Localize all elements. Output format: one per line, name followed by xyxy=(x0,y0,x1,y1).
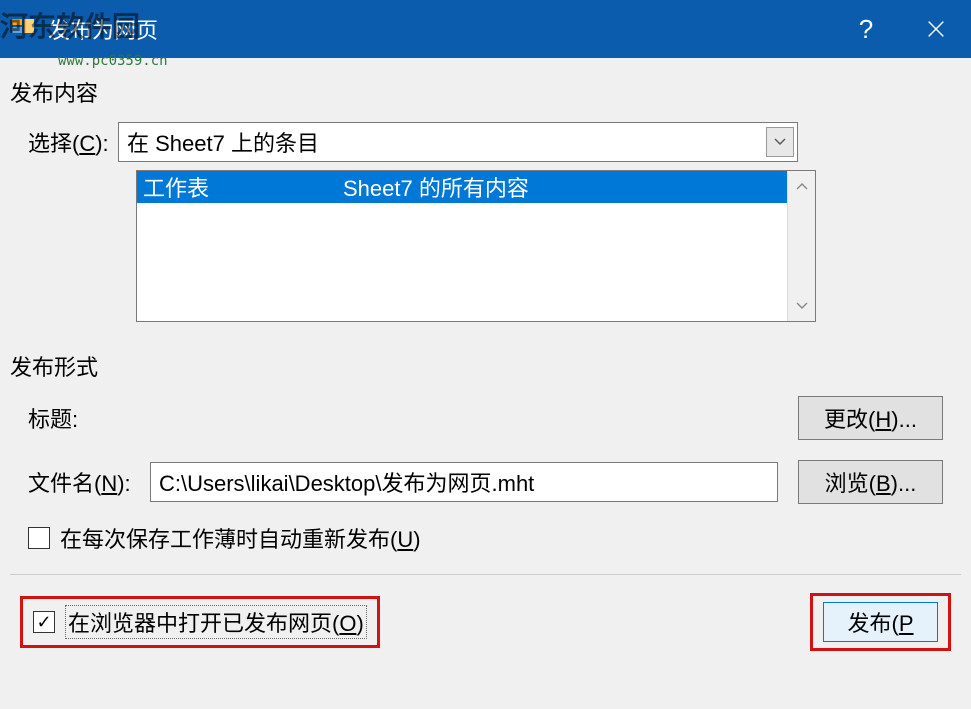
scroll-down-icon[interactable] xyxy=(790,294,814,318)
open-browser-highlight: 在浏览器中打开已发布网页(O) xyxy=(20,596,380,648)
help-button[interactable]: ? xyxy=(831,0,901,58)
auto-republish-checkbox[interactable] xyxy=(28,527,50,549)
titlebar-left: 发布为网页 河东软件园 www.pc0359.cn xyxy=(0,13,158,45)
divider xyxy=(10,574,961,575)
open-browser-checkbox[interactable] xyxy=(33,611,55,633)
list-item-col1: 工作表 xyxy=(143,171,343,203)
publish-highlight: 发布(P xyxy=(810,593,951,651)
listbox-scrollbar[interactable] xyxy=(787,171,815,321)
open-browser-label: 在浏览器中打开已发布网页(O) xyxy=(65,605,367,639)
filename-input[interactable] xyxy=(150,462,778,502)
choose-label: 选择(C): xyxy=(10,126,118,158)
publish-button[interactable]: 发布(P xyxy=(823,602,938,642)
browse-button[interactable]: 浏览(B)... xyxy=(798,460,943,504)
publish-form-title: 发布形式 xyxy=(10,350,961,382)
publish-content-title: 发布内容 xyxy=(10,76,961,108)
choose-select-value: 在 Sheet7 上的条目 xyxy=(127,126,319,158)
dialog-title: 发布为网页 xyxy=(48,13,158,45)
chevron-down-icon[interactable] xyxy=(766,127,794,157)
close-button[interactable] xyxy=(901,0,971,58)
list-item-col2: Sheet7 的所有内容 xyxy=(343,171,781,203)
app-icon xyxy=(8,13,40,45)
scroll-up-icon[interactable] xyxy=(790,174,814,198)
choose-select[interactable]: 在 Sheet7 上的条目 xyxy=(118,122,798,162)
items-listbox[interactable]: 工作表 Sheet7 的所有内容 xyxy=(136,170,816,322)
bottom-area: 在浏览器中打开已发布网页(O) 发布(P xyxy=(10,593,961,651)
listbox-inner: 工作表 Sheet7 的所有内容 xyxy=(137,171,787,321)
dialog-body: 发布内容 选择(C): 在 Sheet7 上的条目 工作表 Sheet7 的所有… xyxy=(0,58,971,661)
close-icon xyxy=(925,18,947,40)
auto-republish-label: 在每次保存工作薄时自动重新发布(U) xyxy=(60,522,421,554)
title-label: 标题: xyxy=(10,402,150,434)
titlebar-controls: ? xyxy=(831,0,971,58)
list-item[interactable]: 工作表 Sheet7 的所有内容 xyxy=(137,171,787,203)
filename-label: 文件名(N): xyxy=(10,466,150,498)
titlebar: 发布为网页 河东软件园 www.pc0359.cn ? xyxy=(0,0,971,58)
change-button[interactable]: 更改(H)... xyxy=(798,396,943,440)
auto-republish-row: 在每次保存工作薄时自动重新发布(U) xyxy=(10,522,961,554)
